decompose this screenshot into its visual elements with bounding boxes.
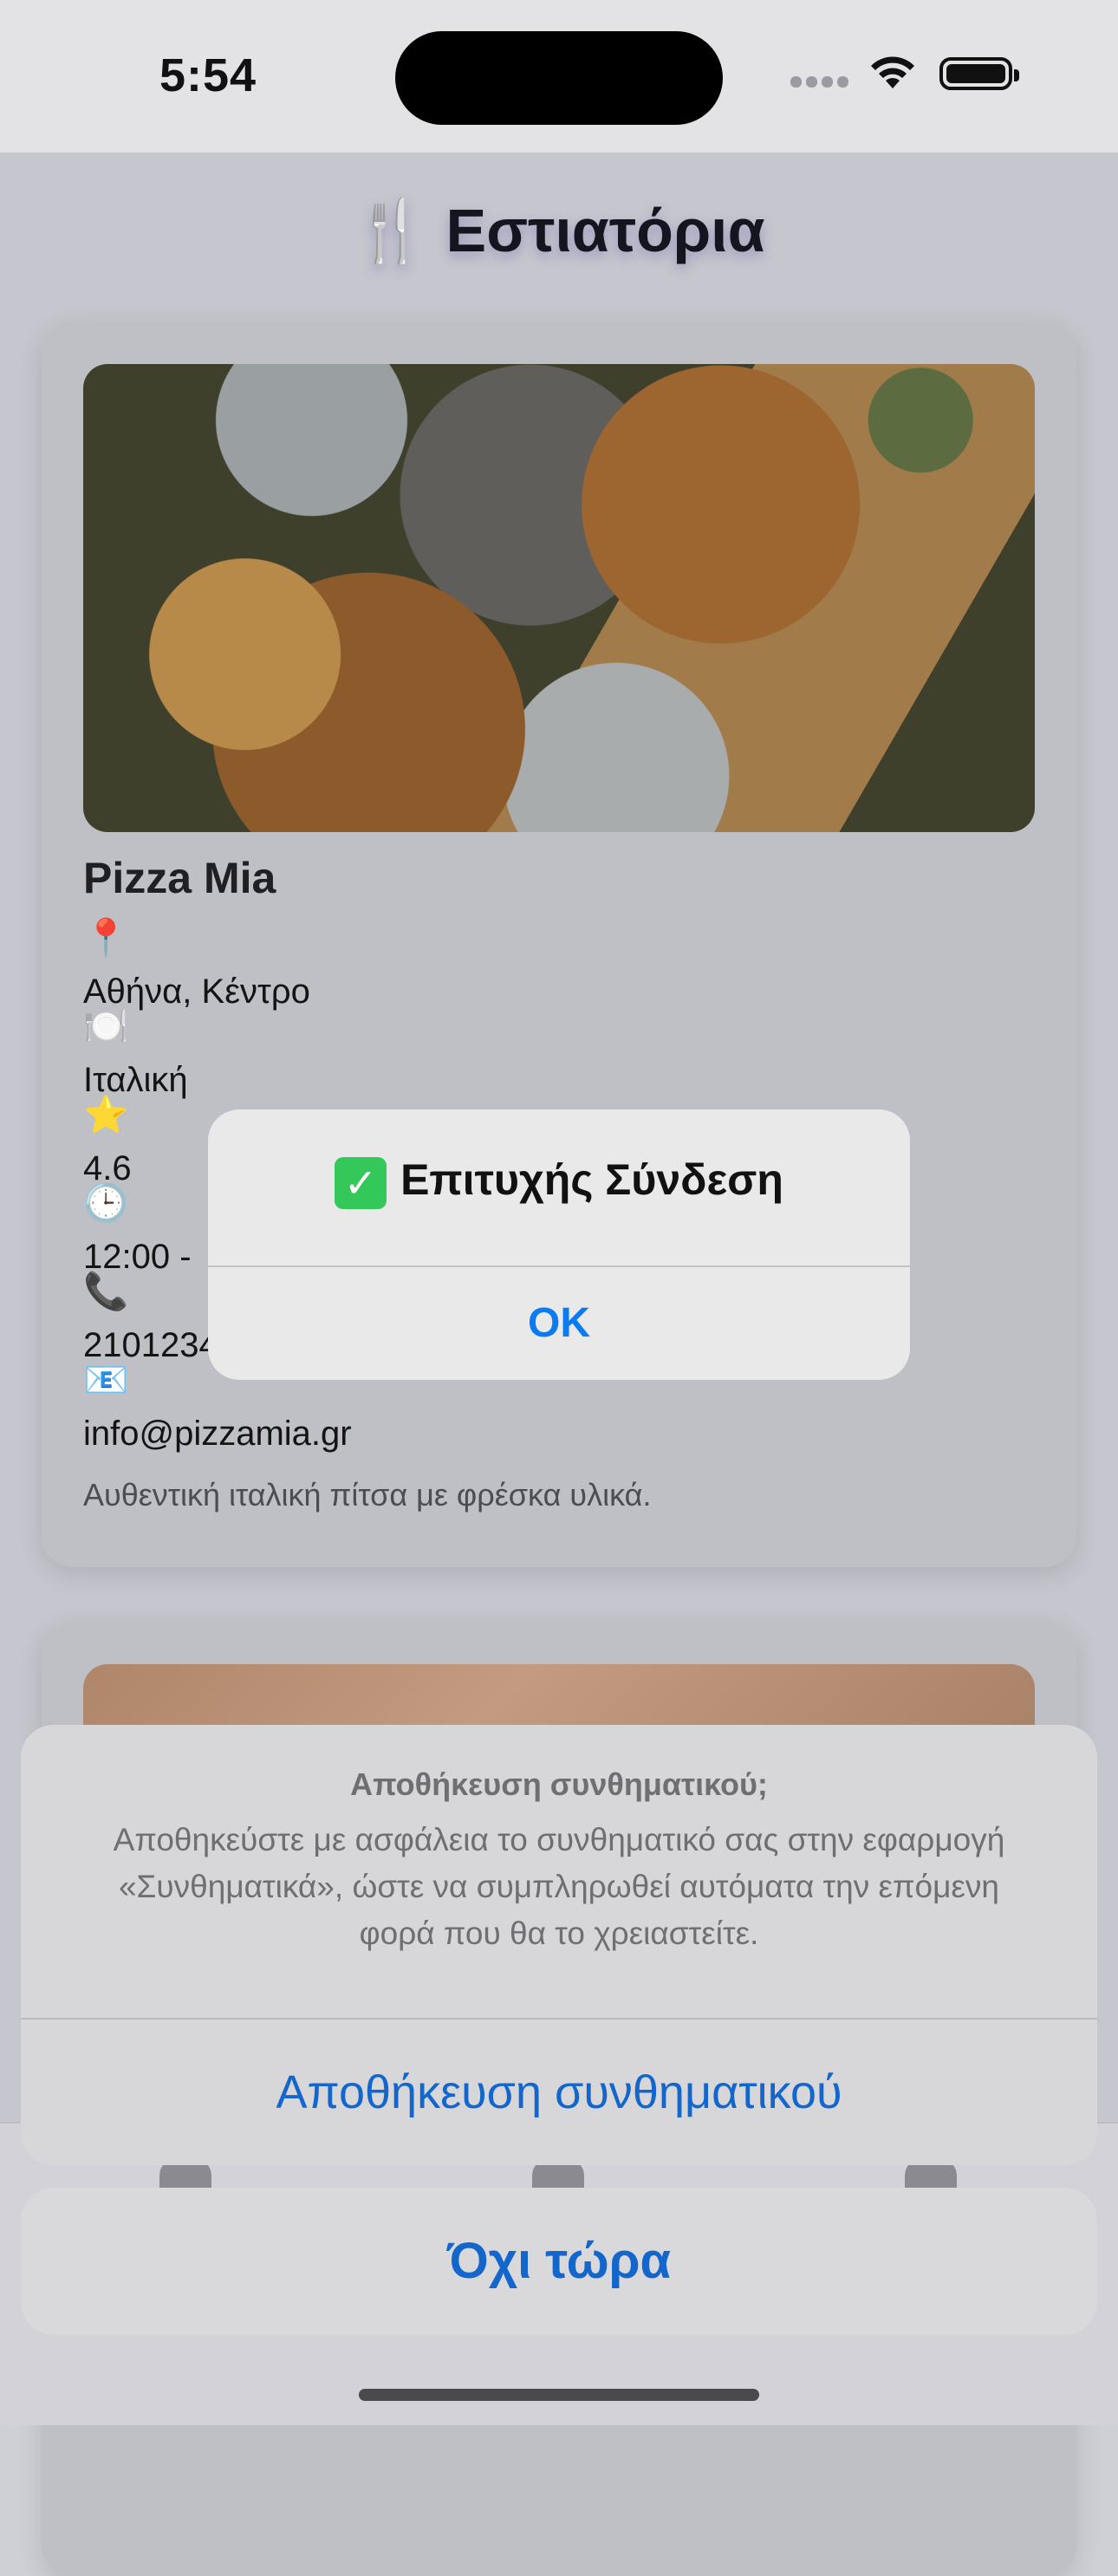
clock-icon: 🕒 (83, 1182, 129, 1223)
alert-title: ✓ Επιτυχής Σύνδεση (208, 1155, 910, 1209)
page-title-text: Εστιατόρια (445, 197, 765, 264)
plate-icon: 🍽️ (83, 1005, 129, 1046)
wifi-icon (871, 56, 914, 88)
email-icon: 📧 (83, 1359, 129, 1400)
dynamic-island (395, 31, 723, 125)
sheet-title: Αποθήκευση συνθηματικού; (350, 1766, 768, 1802)
restaurant-email: info@pizzamia.gr (83, 1415, 352, 1453)
battery-icon (939, 57, 1019, 90)
restaurant-photo (83, 364, 1035, 832)
check-icon: ✓ (335, 1156, 387, 1209)
restaurant-card[interactable]: Pizza Mia 📍 Αθήνα, Κέντρο 🍽️ Ιταλική ⭐ 4… (42, 322, 1076, 1567)
status-bar: 5:54 (0, 0, 1118, 153)
save-password-sheet: Αποθήκευση συνθηματικού; Αποθηκεύστε με … (21, 1725, 1097, 2165)
success-alert: ✓ Επιτυχής Σύνδεση OK (208, 1109, 910, 1380)
home-indicator[interactable] (359, 2389, 759, 2401)
alert-title-text: Επιτυχής Σύνδεση (400, 1155, 783, 1204)
ok-button[interactable]: OK (208, 1267, 910, 1380)
restaurant-name: Pizza Mia (83, 854, 276, 902)
fork-knife-icon: 🍴 (353, 197, 429, 264)
status-time: 5:54 (159, 49, 257, 101)
cellular-signal-icon (790, 76, 853, 92)
sheet-message: Αποθηκεύστε με ασφάλεια το συνθηματικό σ… (113, 1822, 1005, 1951)
restaurant-description: Αυθεντική ιταλική πίτσα με φρέσκα υλικά. (83, 1477, 652, 1512)
star-icon: ⭐ (83, 1094, 129, 1135)
location-pin-icon: 📍 (83, 917, 129, 958)
phone-icon: 📞 (83, 1271, 129, 1311)
save-password-button[interactable]: Αποθήκευση συνθηματικού (21, 2020, 1097, 2165)
page-title: 🍴 Εστιατόρια (0, 196, 1118, 267)
not-now-button[interactable]: Όχι τώρα (21, 2188, 1097, 2335)
